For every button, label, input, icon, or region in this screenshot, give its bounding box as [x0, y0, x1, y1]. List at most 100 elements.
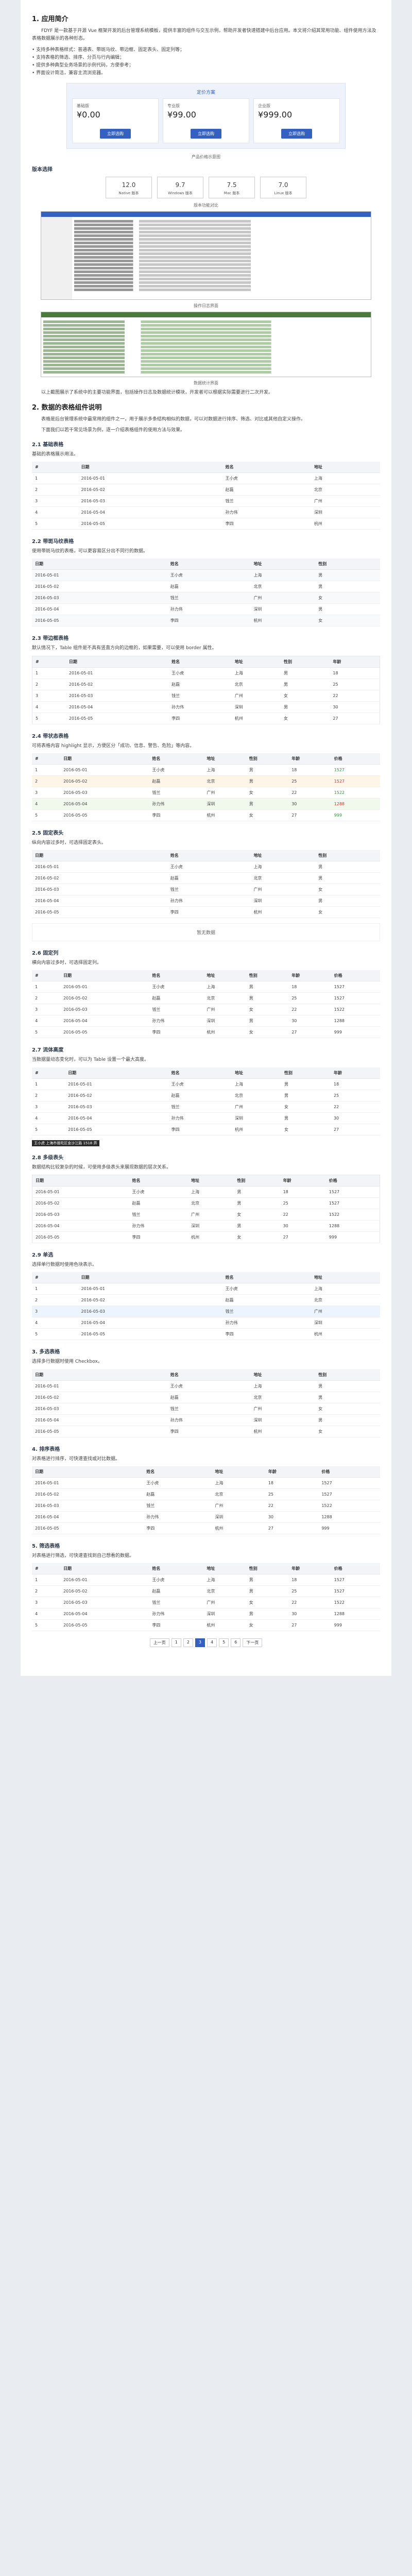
- next-page-button[interactable]: 下一页: [243, 1638, 263, 1648]
- table-row[interactable]: 2016-05-05 李四 杭州 27 999: [32, 1522, 380, 1534]
- table-row[interactable]: 2016-05-01 王小虎 上海男: [32, 569, 380, 582]
- table-row[interactable]: 2016-05-01 王小虎 上海男 18 1527: [32, 1186, 380, 1198]
- table-row[interactable]: 2016-05-04 孙力伟 深圳男: [32, 603, 380, 616]
- column-header-age[interactable]: 年龄: [265, 1466, 319, 1478]
- figure-caption: 版本功能对比: [194, 202, 218, 208]
- table-row[interactable]: 5 2016-05-05 李四 杭州: [32, 518, 380, 530]
- column-header-date[interactable]: 日期: [32, 1466, 144, 1478]
- table-row[interactable]: 3 2016-05-03 钱兰 广州: [32, 495, 380, 507]
- table-cell-addr: 北京: [231, 679, 281, 690]
- table-row[interactable]: 2016-05-04 孙力伟 深圳 30 1288: [32, 1511, 380, 1523]
- table-row[interactable]: 2016-05-03 钱兰 广州女: [32, 1403, 380, 1415]
- table-row[interactable]: 2016-05-03 钱兰 广州女: [32, 592, 380, 604]
- table-cell-name: 孙力伟: [168, 1112, 232, 1124]
- table-row[interactable]: 1 2016-05-01 王小虎 上海男 18 1527: [32, 981, 380, 993]
- column-header-addr: 地址: [188, 1175, 234, 1187]
- table-row[interactable]: 1 2016-05-01 王小虎 上海男 18: [32, 1078, 380, 1090]
- table-row[interactable]: 2 2016-05-02 赵磊 北京男 25 1527: [32, 775, 380, 787]
- table-row[interactable]: 3 2016-05-03 钱兰 广州女 22: [32, 1101, 380, 1113]
- page-button[interactable]: 4: [207, 1638, 217, 1648]
- table-row[interactable]: 2016-05-04 孙力伟 深圳男: [32, 1414, 380, 1426]
- table-cell-addr: 广州: [250, 884, 316, 896]
- table-row[interactable]: 2016-05-05 李四 杭州女: [32, 615, 380, 627]
- table-row[interactable]: 2016-05-05 李四 杭州女 27 999: [32, 1231, 380, 1244]
- table-row[interactable]: 2 2016-05-02 赵磊 北京: [32, 1294, 380, 1307]
- version-card[interactable]: 7.5 Mac 版本: [209, 176, 255, 198]
- table-cell-name: 孙力伟: [149, 1015, 204, 1027]
- table-row[interactable]: 1 2016-05-01 王小虎 上海: [32, 472, 380, 484]
- table-row[interactable]: 2016-05-05 李四 杭州女: [32, 906, 380, 919]
- table-row[interactable]: 5 2016-05-05 李四 杭州女 27: [32, 713, 380, 724]
- table-row[interactable]: 2016-05-01 王小虎 上海男: [32, 861, 380, 873]
- table-row[interactable]: 2016-05-02 赵磊 北京男: [32, 581, 380, 593]
- table-row[interactable]: 2016-05-04 孙力伟 深圳男 30 1288: [32, 1220, 380, 1232]
- table-row[interactable]: 1 2016-05-01 王小虎 上海: [32, 1283, 380, 1295]
- table-row[interactable]: 5 2016-05-05 李四 杭州女 27: [32, 1124, 380, 1136]
- page-button[interactable]: 1: [171, 1638, 181, 1648]
- table-cell-date: 2016-05-05: [32, 1231, 129, 1244]
- column-header-name[interactable]: 姓名: [143, 1466, 212, 1478]
- table-row[interactable]: 3 2016-05-03 钱兰 广州女 22 1522: [32, 1004, 380, 1016]
- table-row[interactable]: 2016-05-01 王小虎 上海 18 1527: [32, 1477, 380, 1489]
- table-row[interactable]: 3 2016-05-03 钱兰 广州女 22 1522: [32, 787, 380, 799]
- table-row[interactable]: 3 2016-05-03 钱兰 广州女 22 1522: [32, 1597, 380, 1609]
- table-row[interactable]: 2016-05-02 赵磊 北京男 25 1527: [32, 1197, 380, 1210]
- page-button[interactable]: 6: [231, 1638, 241, 1648]
- table-row[interactable]: 1 2016-05-01 王小虎 上海男 18 1527: [32, 1574, 380, 1586]
- table-row[interactable]: 1 2016-05-01 王小虎 上海男 18 1527: [32, 764, 380, 776]
- table-row[interactable]: 2016-05-02 赵磊 北京 25 1527: [32, 1488, 380, 1500]
- page-button[interactable]: 5: [219, 1638, 229, 1648]
- version-card[interactable]: 12.0 Native 版本: [106, 176, 152, 198]
- table-cell-addr: 上海: [232, 1078, 281, 1090]
- table-cell-price: 1522: [325, 1209, 380, 1221]
- table-cell-name: 钱兰: [167, 1403, 251, 1415]
- version-card[interactable]: 9.7 Windows 版本: [157, 176, 203, 198]
- table-row[interactable]: 2016-05-01 王小虎 上海男: [32, 1380, 380, 1392]
- table-row[interactable]: 2 2016-05-02 赵磊 北京男 25 1527: [32, 992, 380, 1005]
- table-row[interactable]: 4 2016-05-04 孙力伟 深圳男 30 1288: [32, 1015, 380, 1027]
- table-row[interactable]: 2 2016-05-02 赵磊 北京男 25: [32, 1090, 380, 1101]
- table-row[interactable]: 2 2016-05-02 赵磊 北京男 25 1527: [32, 1585, 380, 1598]
- buy-button[interactable]: 立即选购: [100, 128, 131, 139]
- column-header-addr[interactable]: 地址: [212, 1466, 265, 1478]
- table-row[interactable]: 5 2016-05-05 李四 杭州女 27 999: [32, 1619, 380, 1632]
- table-row[interactable]: 4 2016-05-04 孙力伟 深圳: [32, 506, 380, 518]
- table-row[interactable]: 5 2016-05-05 李四 杭州: [32, 1328, 380, 1341]
- table-cell-name: 王小虎: [222, 472, 311, 484]
- table-row[interactable]: 2016-05-05 李四 杭州女: [32, 1426, 380, 1437]
- page-button[interactable]: 2: [183, 1638, 193, 1648]
- table-row[interactable]: 4 2016-05-04 孙力伟 深圳男 30: [32, 701, 380, 713]
- table-row[interactable]: 2016-05-03 钱兰 广州女: [32, 884, 380, 896]
- table-row[interactable]: 4 2016-05-04 孙力伟 深圳男 30 1288: [32, 1608, 380, 1620]
- version-card[interactable]: 7.0 Linux 版本: [260, 176, 306, 198]
- column-header-gender: 性别: [234, 1175, 280, 1187]
- table-cell-price: 999: [331, 1619, 380, 1632]
- table-row[interactable]: 2016-05-04 孙力伟 深圳男: [32, 895, 380, 907]
- table-row[interactable]: 5 2016-05-05 李四 杭州女 27 999: [32, 809, 380, 821]
- column-header-date: 日期: [65, 1067, 168, 1079]
- column-header-price[interactable]: 价格: [318, 1466, 380, 1478]
- table-row[interactable]: 2016-05-03 钱兰 广州 22 1522: [32, 1500, 380, 1512]
- buy-button[interactable]: 立即选购: [191, 128, 221, 139]
- table-description: 纵向内容过多时，可选择固定表头。: [32, 840, 107, 845]
- table-row[interactable]: 5 2016-05-05 李四 杭州女 27 999: [32, 1026, 380, 1039]
- table-cell-age: 25: [265, 1488, 319, 1500]
- table-row[interactable]: 2 2016-05-02 赵磊 北京男 25: [32, 679, 380, 690]
- prev-page-button[interactable]: 上一页: [149, 1638, 169, 1648]
- table-row[interactable]: 2016-05-02 赵磊 北京男: [32, 872, 380, 885]
- buy-button[interactable]: 立即选购: [281, 128, 312, 139]
- table-row[interactable]: 4 2016-05-04 孙力伟 深圳男 30 1288: [32, 798, 380, 810]
- table-cell-gender: 女: [281, 713, 330, 724]
- price-card: 企业版 ¥999.00 立即选购: [253, 98, 340, 143]
- table-row[interactable]: 2016-05-02 赵磊 北京男: [32, 1392, 380, 1403]
- table-row[interactable]: 2016-05-03 钱兰 广州女 22 1522: [32, 1209, 380, 1221]
- table-row[interactable]: 3 2016-05-03 钱兰 广州女 22: [32, 690, 380, 702]
- table-row[interactable]: 2 2016-05-02 赵磊 北京: [32, 484, 380, 496]
- table-row[interactable]: 4 2016-05-04 孙力伟 深圳: [32, 1317, 380, 1329]
- table-row[interactable]: 1 2016-05-01 王小虎 上海男 18: [32, 667, 380, 679]
- table-cell-addr: 杭州: [231, 713, 281, 724]
- table-cell-name: 王小虎: [168, 667, 232, 679]
- page-button-current[interactable]: 3: [195, 1638, 205, 1648]
- table-row[interactable]: 4 2016-05-04 孙力伟 深圳男 30: [32, 1112, 380, 1124]
- table-row[interactable]: 3 2016-05-03 钱兰 广州: [32, 1306, 380, 1318]
